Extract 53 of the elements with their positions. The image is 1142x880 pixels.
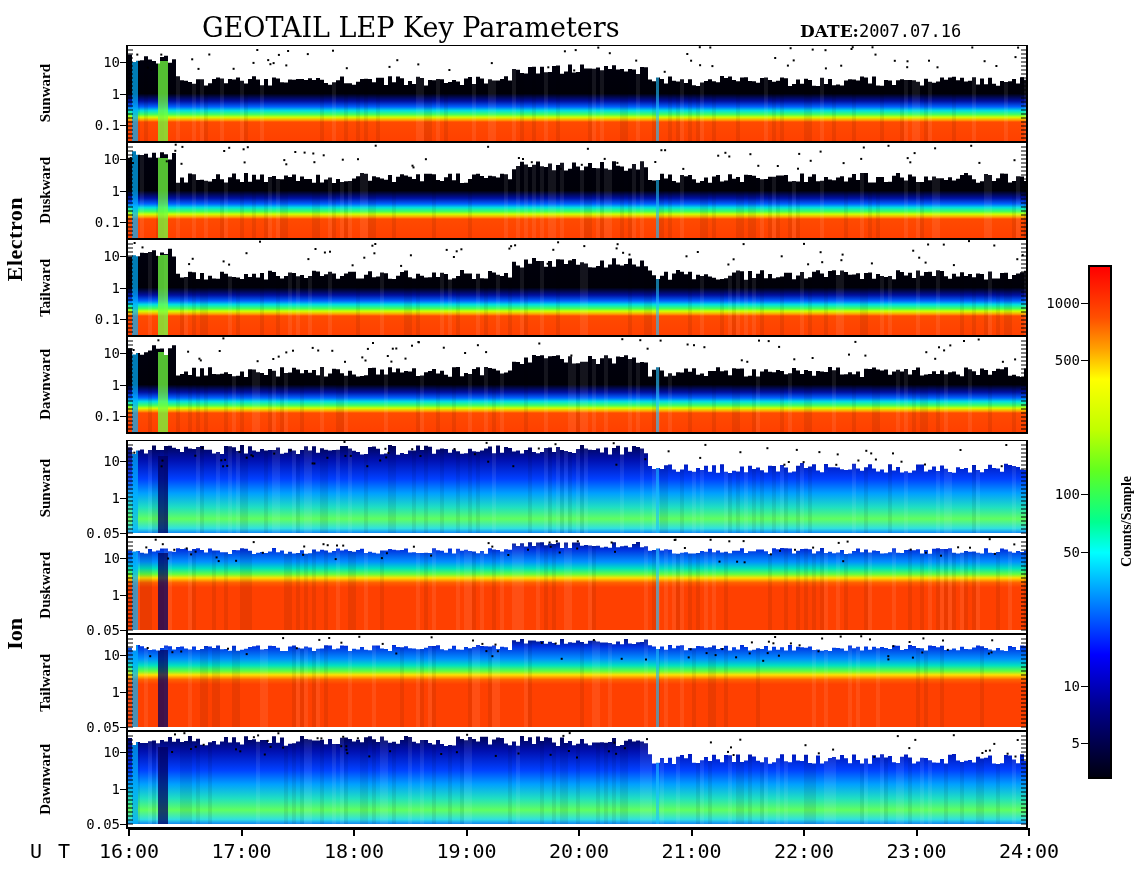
- y-tick-label: 1: [111, 183, 120, 198]
- y-tick-label: 0.1: [94, 408, 120, 423]
- y-tick-label: 10: [103, 152, 120, 167]
- date-label: DATE:2007.07.16: [800, 21, 962, 43]
- y-tick-label: 0.05: [86, 817, 120, 832]
- panel-label: Tailward: [36, 653, 54, 712]
- panel-label: Tailward: [36, 258, 54, 317]
- colorbar-tick-label: 50: [1063, 544, 1080, 559]
- colorbar-tick-label: 100: [1054, 487, 1080, 502]
- panel-label: Sunward: [36, 459, 54, 518]
- colorbar-tick-label: 500: [1054, 353, 1080, 368]
- y-tick-label: 1: [111, 588, 120, 603]
- y-tick-label: 0.1: [94, 214, 120, 229]
- axis-label: U T: [30, 839, 73, 863]
- y-tick-label: 10: [103, 454, 120, 469]
- y-tick-label: 1: [111, 86, 120, 101]
- time-tick-label: 19:00: [436, 839, 497, 863]
- y-tick-label: 10: [103, 648, 120, 663]
- y-tick-label: 10: [103, 346, 120, 361]
- time-tick-label: 20:00: [548, 839, 610, 863]
- group-label: Ion: [2, 618, 28, 650]
- panel-label: Dawnward: [36, 744, 54, 815]
- y-tick-label: 10: [103, 249, 120, 264]
- y-tick-label: 1: [111, 377, 120, 392]
- y-tick-label: 1: [111, 782, 120, 797]
- chart-title: GEOTAIL LEP Key Parameters: [202, 14, 621, 45]
- panel-label: Dawnward: [36, 349, 54, 420]
- time-tick-label: 23:00: [886, 839, 947, 863]
- y-tick-label: 10: [103, 551, 120, 566]
- colorbar-tick-label: 1000: [1046, 295, 1080, 310]
- y-tick-label: 0.05: [86, 720, 120, 735]
- y-tick-label: 1: [111, 685, 120, 700]
- group-label: Electron: [2, 196, 28, 282]
- y-tick-label: 10: [103, 745, 120, 760]
- y-tick-label: 0.1: [94, 311, 120, 326]
- time-tick-label: 17:00: [211, 839, 272, 863]
- time-tick-label: 21:00: [661, 839, 722, 863]
- time-tick-label: 16:00: [98, 839, 160, 863]
- time-tick-label: 22:00: [773, 839, 835, 863]
- time-tick-label: 24:00: [998, 839, 1060, 863]
- y-tick-label: 0.1: [94, 117, 120, 132]
- y-tick-label: 0.05: [86, 623, 120, 638]
- colorbar-label: Counts/Sample: [1119, 476, 1135, 568]
- panel-label: Duskward: [36, 552, 54, 619]
- y-tick-label: 1: [111, 491, 120, 506]
- y-tick-label: 10: [103, 55, 120, 70]
- panel-label: Duskward: [36, 157, 54, 224]
- y-tick-label: 0.05: [86, 526, 120, 541]
- panel-label: Sunward: [36, 64, 54, 123]
- colorbar-tick-label: 10: [1063, 678, 1080, 693]
- time-tick-label: 18:00: [323, 839, 385, 863]
- y-tick-label: 1: [111, 280, 120, 295]
- colorbar-tick-label: 5: [1071, 736, 1080, 751]
